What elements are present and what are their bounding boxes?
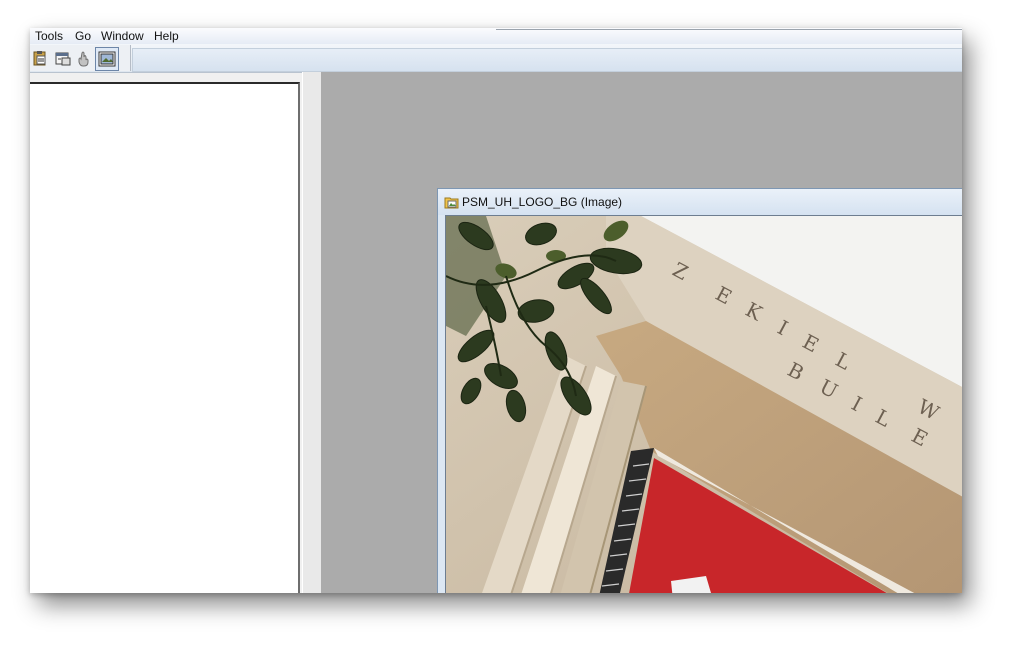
title-edge bbox=[496, 29, 962, 30]
menu-go[interactable]: Go bbox=[75, 28, 91, 44]
image-view-icon[interactable] bbox=[95, 47, 119, 71]
hand-icon[interactable] bbox=[75, 49, 93, 67]
building-photo: Z E K I E L W B U I L E bbox=[446, 216, 962, 593]
image-folder-icon bbox=[444, 194, 460, 210]
menu-help[interactable]: Help bbox=[154, 28, 179, 44]
navigator-pane[interactable] bbox=[30, 82, 300, 593]
menu-tools[interactable]: Tools bbox=[35, 28, 63, 44]
image-document-window[interactable]: PSM_UH_LOGO_BG (Image) Z E K I E L W B U… bbox=[437, 188, 962, 593]
workspace-area: PSM_UH_LOGO_BG (Image) Z E K I E L W B U… bbox=[321, 72, 962, 593]
image-canvas[interactable]: Z E K I E L W B U I L E bbox=[445, 215, 962, 593]
toolbar-band bbox=[132, 48, 962, 72]
paste-icon[interactable] bbox=[31, 49, 49, 67]
document-titlebar[interactable]: PSM_UH_LOGO_BG (Image) bbox=[438, 189, 962, 215]
document-title: PSM_UH_LOGO_BG (Image) bbox=[462, 195, 623, 209]
toolbar-row bbox=[30, 44, 962, 73]
properties-icon[interactable] bbox=[54, 49, 72, 67]
menu-window[interactable]: Window bbox=[101, 28, 144, 44]
main-toolbar bbox=[30, 45, 131, 71]
application-window: Tools Go Window Help PSM_UH_LOGO_BG (Ima… bbox=[30, 28, 962, 593]
pane-splitter[interactable] bbox=[302, 72, 322, 593]
menu-bar: Tools Go Window Help bbox=[30, 28, 962, 44]
